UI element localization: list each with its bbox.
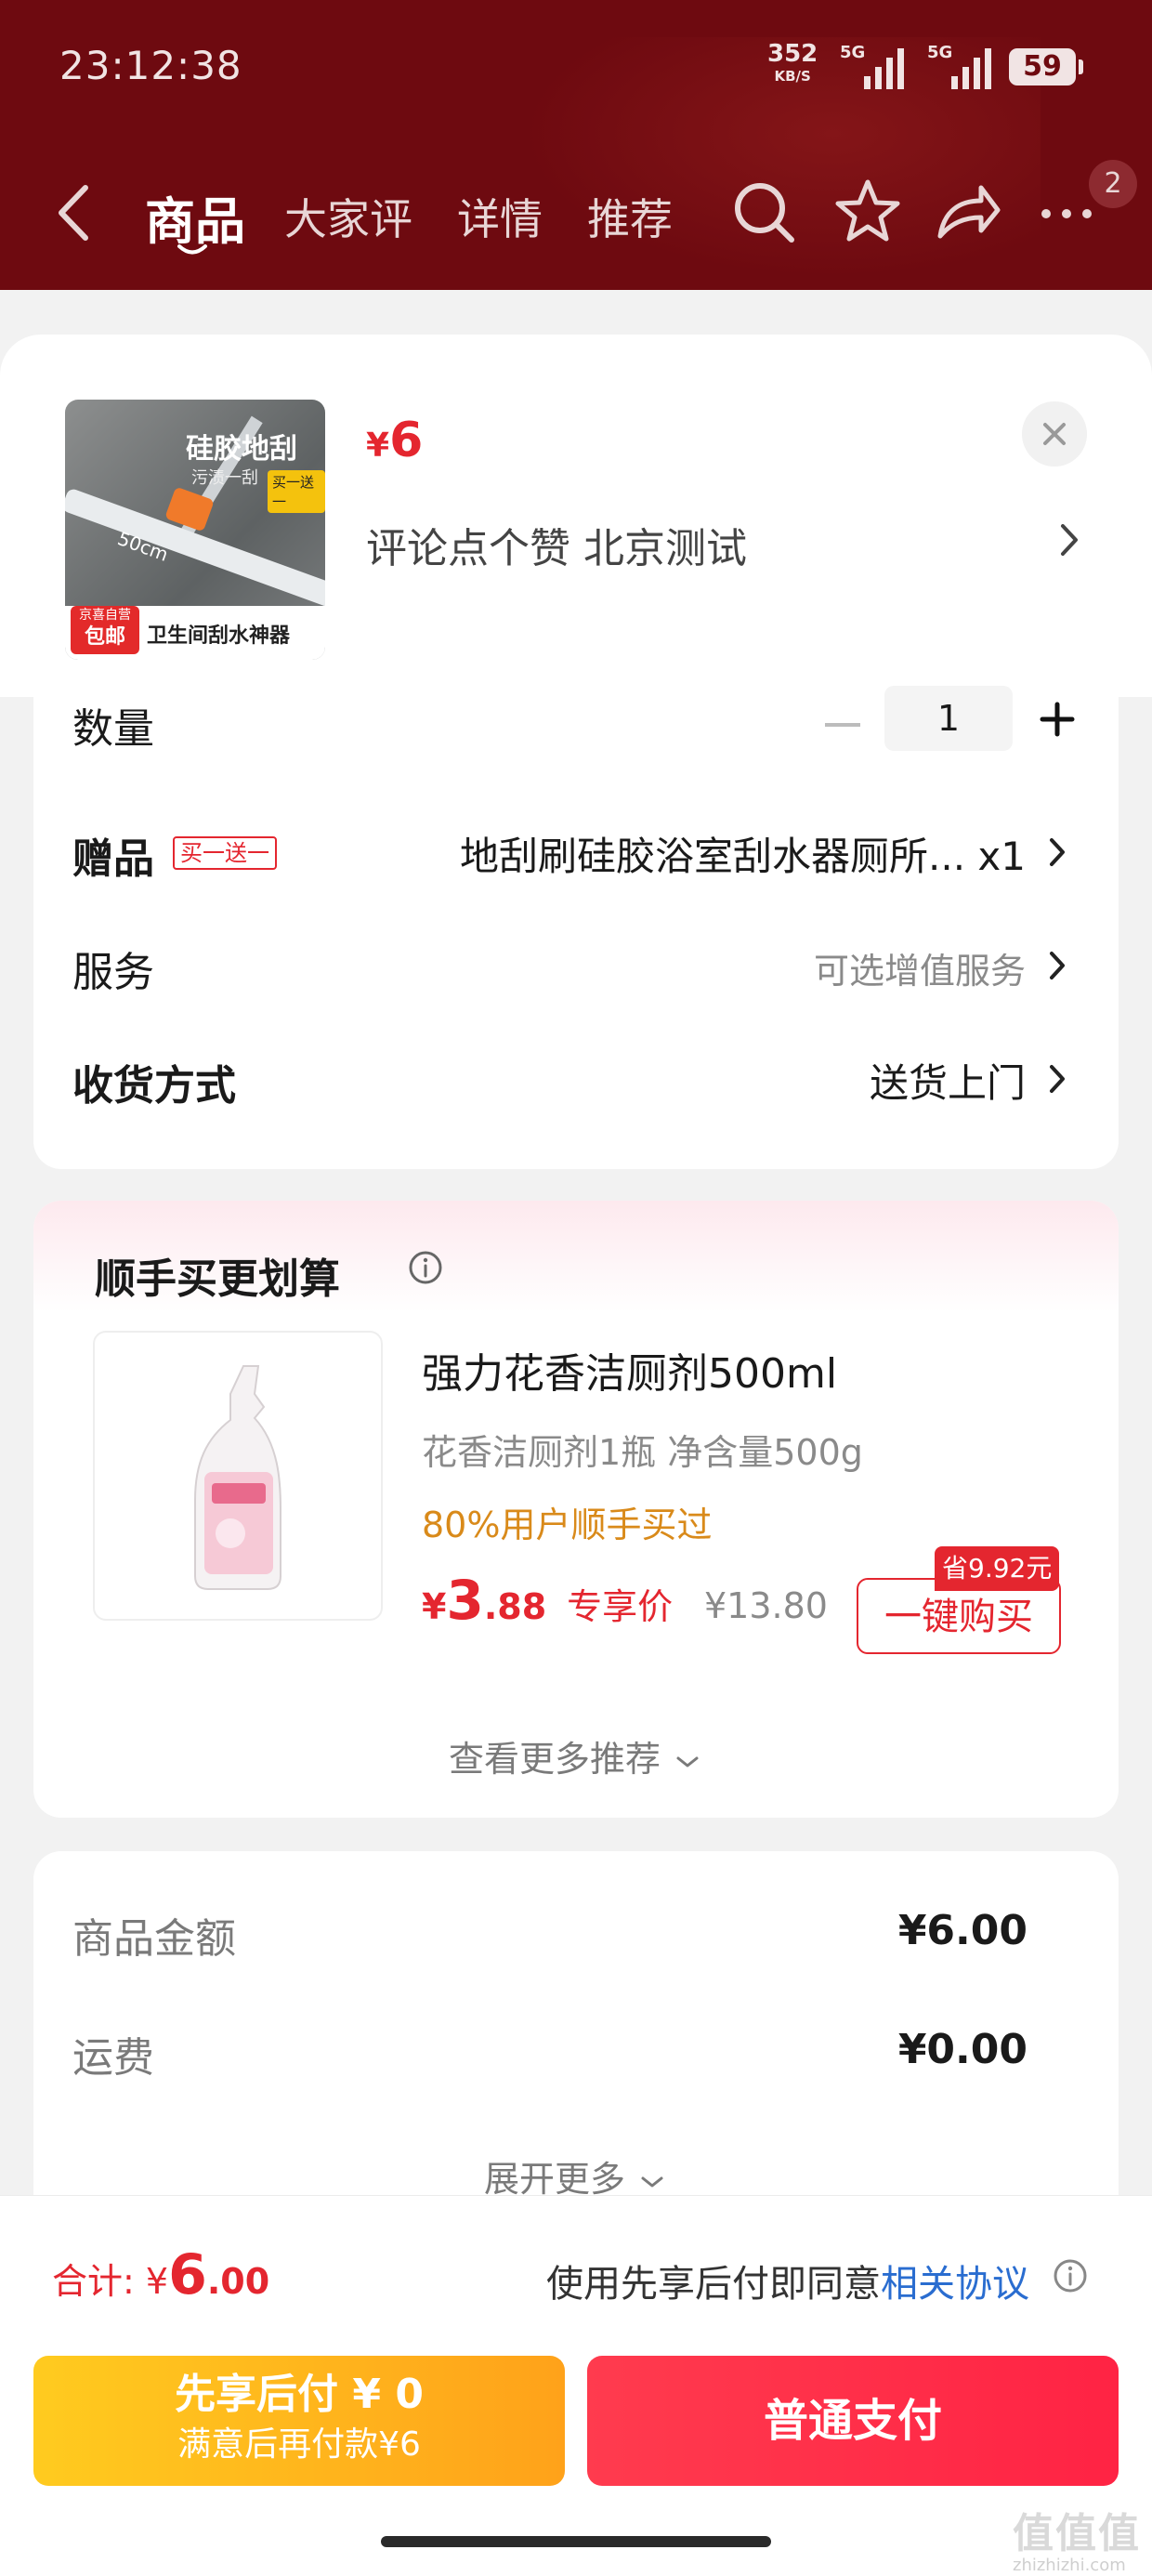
tab-reviews[interactable]: 大家评	[284, 186, 412, 247]
thumb-badge: 京喜自营 包邮	[71, 606, 139, 654]
watermark: 值值值 zhizhizhi.com	[1013, 2510, 1141, 2575]
addon-original-price: ¥13.80	[704, 1585, 828, 1626]
thumb-caption: 卫生间刮水神器	[147, 624, 291, 648]
back-arrow-icon[interactable]	[48, 180, 100, 245]
agreement-text: 使用先享后付即同意相关协议	[546, 2263, 1029, 2306]
more-recommendations-link[interactable]: 查看更多推荐	[33, 1730, 1119, 1781]
tab-active-indicator	[177, 244, 207, 255]
agreement-link[interactable]: 相关协议	[881, 2263, 1029, 2306]
savings-badge: 省9.92元	[935, 1546, 1060, 1591]
thumb-promo: 买一送一	[268, 470, 325, 513]
signal-icon-1: 5G	[840, 43, 914, 89]
shipping-label: 运费	[72, 2034, 154, 2082]
tab-details[interactable]: 详情	[457, 186, 543, 247]
thumb-title: 硅胶地刮	[186, 433, 297, 466]
signal-1-label: 5G	[840, 43, 866, 62]
chevron-right-icon	[1050, 838, 1065, 866]
thumb-sub: 污渍一刮	[191, 468, 258, 488]
signal-icon-2: 5G	[927, 43, 1001, 89]
expand-more-link[interactable]: 展开更多	[33, 2150, 1119, 2201]
addon-product-name[interactable]: 强力花香洁厕剂500ml	[422, 1340, 837, 1400]
product-thumbnail[interactable]: 硅胶地刮 污渍一刮 买一送一 50cm 京喜自营 包邮 卫生间刮水神器	[65, 400, 325, 660]
price-summary-card: 商品金额 ¥6.00 运费 ¥0.00 展开更多	[33, 1851, 1119, 2241]
message-count-badge: 2	[1089, 160, 1137, 208]
addon-title: 顺手买更划算	[95, 1255, 340, 1303]
signal-2-label: 5G	[927, 43, 953, 62]
addon-recommend-card: 顺手买更划算 强力花香洁厕剂500ml 花香洁厕剂1瓶 净含量500g 80%用…	[33, 1201, 1119, 1818]
status-time: 23:12:38	[59, 43, 242, 88]
order-options-card: 数量 1 赠品 买一送一 地刮刷硅胶浴室刮水器厕所... x1 服务 可选增值服…	[33, 686, 1119, 1169]
addon-price-label: 专享价	[567, 1586, 674, 1627]
total-price: 合计: ¥6.00	[52, 2242, 270, 2307]
service-row[interactable]: 服务 可选增值服务	[33, 913, 1119, 1015]
chevron-down-icon	[676, 1756, 699, 1767]
addon-buyer-stat: 80%用户顺手买过	[422, 1505, 713, 1545]
top-header: 23:12:38 352 KB/S 5G 5G 59 商品 大家评 详情 推荐	[0, 0, 1152, 290]
gift-label: 赠品	[72, 835, 154, 883]
info-icon[interactable]	[1052, 2257, 1089, 2294]
checkout-bar: 合计: ¥6.00 使用先享后付即同意相关协议 先享后付 ¥ 0 满意后再付款¥…	[0, 2195, 1152, 2576]
gift-tag: 买一送一	[173, 836, 277, 870]
addon-product-spec: 花香洁厕剂1瓶 净含量500g	[422, 1432, 863, 1473]
delivery-label: 收货方式	[72, 1062, 236, 1110]
share-icon[interactable]	[931, 175, 1005, 249]
selected-spec[interactable]: 评论点个赞 北京测试	[366, 515, 747, 574]
home-indicator[interactable]	[381, 2536, 771, 2547]
favorite-star-icon[interactable]	[831, 175, 905, 249]
network-speed-value: 352	[767, 40, 818, 68]
pay-later-button[interactable]: 先享后付 ¥ 0 满意后再付款¥6	[33, 2356, 565, 2486]
search-icon[interactable]	[727, 175, 801, 249]
toilet-cleaner-bottle-image	[194, 1365, 281, 1590]
addon-product-image[interactable]	[93, 1331, 383, 1621]
network-speed-unit: KB/S	[774, 68, 811, 85]
chevron-right-icon	[1050, 1065, 1065, 1093]
gift-row[interactable]: 赠品 买一送一 地刮刷硅胶浴室刮水器厕所... x1	[33, 799, 1119, 901]
tab-recommend[interactable]: 推荐	[587, 186, 673, 247]
quantity-row: 数量 1	[33, 686, 1119, 788]
service-value: 可选增值服务	[813, 951, 1026, 992]
network-speed: 352 KB/S	[767, 40, 818, 87]
shipping-row: 运费 ¥0.00	[33, 2011, 1119, 2085]
chevron-right-icon[interactable]	[1055, 517, 1083, 563]
service-label: 服务	[72, 949, 154, 996]
sheet-product-header: 硅胶地刮 污渍一刮 买一送一 50cm 京喜自营 包邮 卫生间刮水神器 ¥6 评…	[0, 335, 1152, 697]
chevron-right-icon	[1050, 952, 1065, 979]
info-icon[interactable]	[407, 1249, 444, 1286]
addon-price: ¥3.88 专享价	[422, 1569, 674, 1632]
normal-pay-button[interactable]: 普通支付	[587, 2356, 1119, 2486]
goods-amount-label: 商品金额	[72, 1915, 236, 1963]
shipping-value: ¥0.00	[897, 2026, 1028, 2073]
nav-bar: 商品 大家评 详情 推荐 2	[0, 158, 1152, 269]
goods-amount-value: ¥6.00	[897, 1907, 1028, 1954]
status-bar: 23:12:38 352 KB/S 5G 5G 59	[0, 0, 1152, 139]
close-icon[interactable]	[1022, 401, 1087, 467]
quantity-input[interactable]: 1	[884, 686, 1013, 751]
gift-value: 地刮刷硅胶浴室刮水器厕所... x1	[460, 834, 1026, 879]
goods-amount-row: 商品金额 ¥6.00	[33, 1892, 1119, 1966]
quantity-decrease-button[interactable]	[825, 723, 860, 727]
quantity-increase-button[interactable]	[1039, 701, 1076, 738]
delivery-row[interactable]: 收货方式 送货上门	[33, 1026, 1119, 1128]
product-price: ¥6	[366, 413, 424, 468]
battery-icon: 59	[1009, 48, 1083, 85]
chevron-down-icon	[641, 2176, 663, 2187]
delivery-value: 送货上门	[869, 1060, 1026, 1106]
quantity-label: 数量	[72, 705, 154, 753]
